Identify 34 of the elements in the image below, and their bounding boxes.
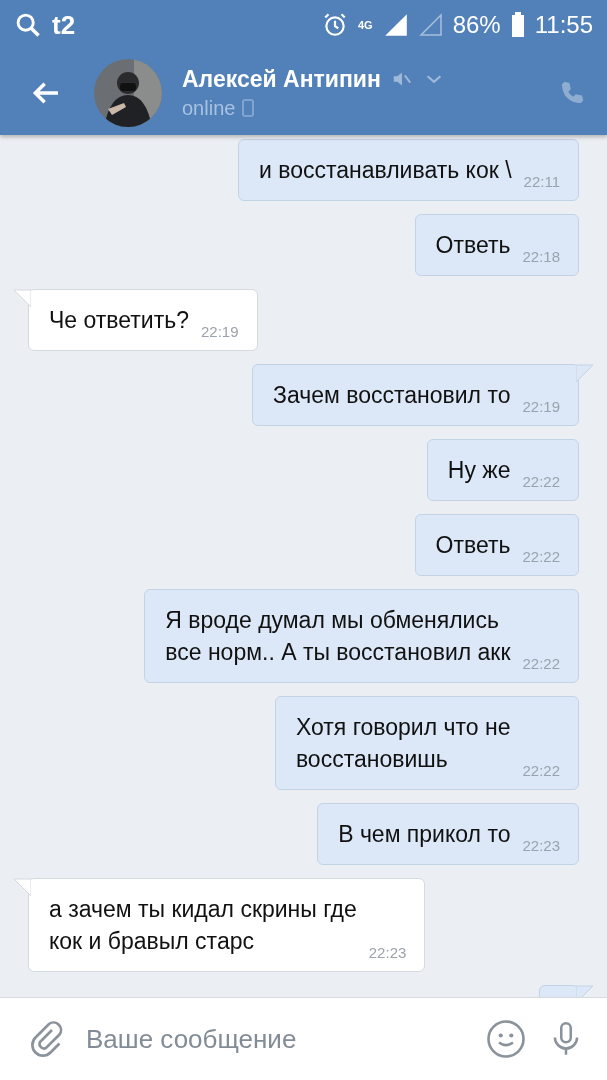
- message-time: 22:22: [522, 655, 560, 672]
- carrier-label: t2: [52, 9, 76, 41]
- message-time: 22:18: [522, 248, 560, 265]
- message-text: В чем прикол то: [338, 820, 511, 849]
- message-text: Ответь: [435, 531, 511, 560]
- message-time: 22:22: [522, 548, 560, 565]
- alarm-icon: [322, 12, 348, 38]
- message-time: 22:23: [368, 944, 407, 961]
- battery-icon: [510, 12, 525, 38]
- message-time: 22:11: [523, 173, 560, 190]
- message-text: Я вроде думал мы обменялись все норм.. А ты восстановил акк: [165, 606, 511, 667]
- message-time: 22:19: [522, 398, 560, 415]
- message-text: Ну же: [447, 456, 511, 485]
- phone-device-icon: [241, 98, 256, 118]
- message-text: Зачем восстановил то: [273, 381, 511, 410]
- message-text: и восстанавливать кок \: [258, 156, 512, 185]
- message-text: Че ответить?: [49, 306, 189, 335]
- contact-name: Алексей Антипин: [182, 65, 381, 93]
- search-icon: [14, 11, 42, 39]
- signal-icon: [382, 12, 409, 38]
- signal-icon: [418, 13, 443, 37]
- network-type-label: 4G: [358, 19, 373, 31]
- message-time: 22:22: [522, 762, 560, 779]
- message-text: а зачем ты кидал скрины где кок и бравыл старс: [49, 895, 357, 956]
- battery-percent: 86%: [452, 11, 501, 39]
- message-text: Хотя говорил что не восстановишь: [295, 713, 511, 774]
- emoji-icon: [485, 1018, 527, 1060]
- paperclip-icon: [28, 1021, 64, 1057]
- message-time: 22:23: [522, 837, 560, 854]
- presence-status: online: [182, 96, 236, 120]
- message-time: 22:19: [201, 323, 239, 340]
- message-text: Ответь: [435, 231, 511, 260]
- message-time: 22:22: [522, 473, 560, 490]
- clock-time: 11:55: [534, 11, 593, 39]
